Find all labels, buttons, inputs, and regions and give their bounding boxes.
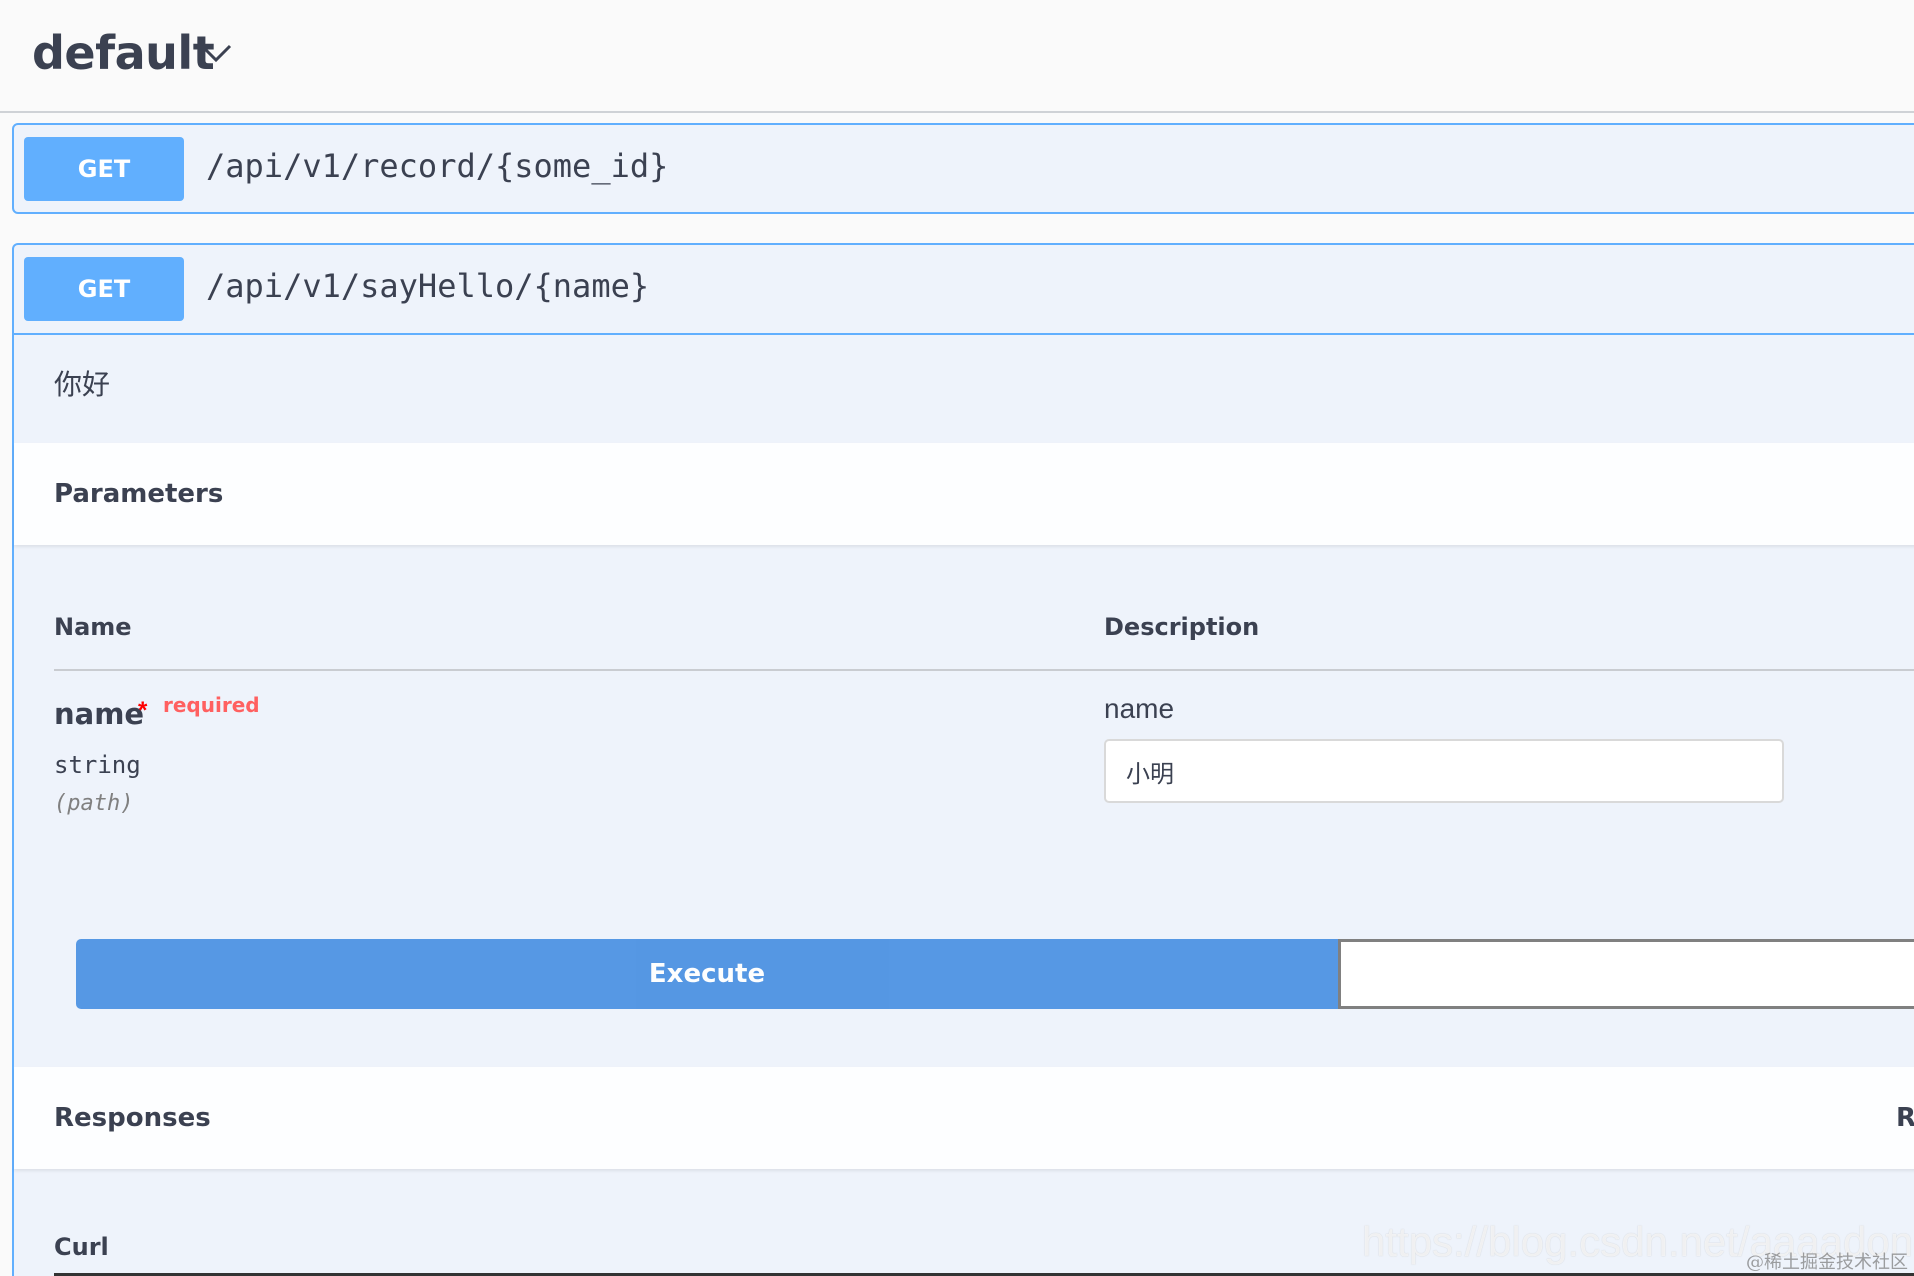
param-name: name [54,697,145,731]
watermark-credit: @稀土掘金技术社区 [1746,1252,1908,1273]
column-header-description: Description [1104,613,1260,641]
operation-summary[interactable]: GET /api/v1/record/{some_id} [14,125,1914,213]
responses-title: Responses [54,1103,211,1133]
parameters-title: Parameters [54,479,224,509]
operation-path: /api/v1/record/{some_id} [206,147,669,185]
operation-get-record[interactable]: GET /api/v1/record/{some_id} [12,123,1914,214]
responses-header: Responses Re [14,1067,1914,1169]
swagger-page: default GET /api/v1/record/{some_id} GET… [0,0,1914,1276]
param-type: string [54,751,141,779]
param-field-label: name [1104,693,1175,724]
curl-label: Curl [54,1233,109,1261]
param-location: (path) [54,791,134,816]
chevron-down-icon[interactable] [196,34,236,74]
method-badge: GET [24,137,184,201]
tag-title[interactable]: default [32,26,215,80]
parameters-header: Parameters [14,443,1914,545]
execute-button[interactable]: Execute [76,939,1338,1009]
required-label: required [163,693,260,717]
method-badge: GET [24,257,184,321]
operation-description: 你好 [54,369,111,400]
name-param-input[interactable] [1104,739,1784,803]
clear-button[interactable] [1338,939,1914,1009]
operation-path: /api/v1/sayHello/{name} [206,267,650,305]
column-header-name: Name [54,613,132,641]
operation-get-sayhello: GET /api/v1/sayHello/{name} 你好 Parameter… [12,243,1914,1276]
operation-summary[interactable]: GET /api/v1/sayHello/{name} [14,245,1914,335]
required-star: * [138,697,148,724]
tag-section-header[interactable]: default [0,0,1914,113]
divider [54,669,1914,671]
response-content-type-label: Re [1896,1103,1914,1133]
